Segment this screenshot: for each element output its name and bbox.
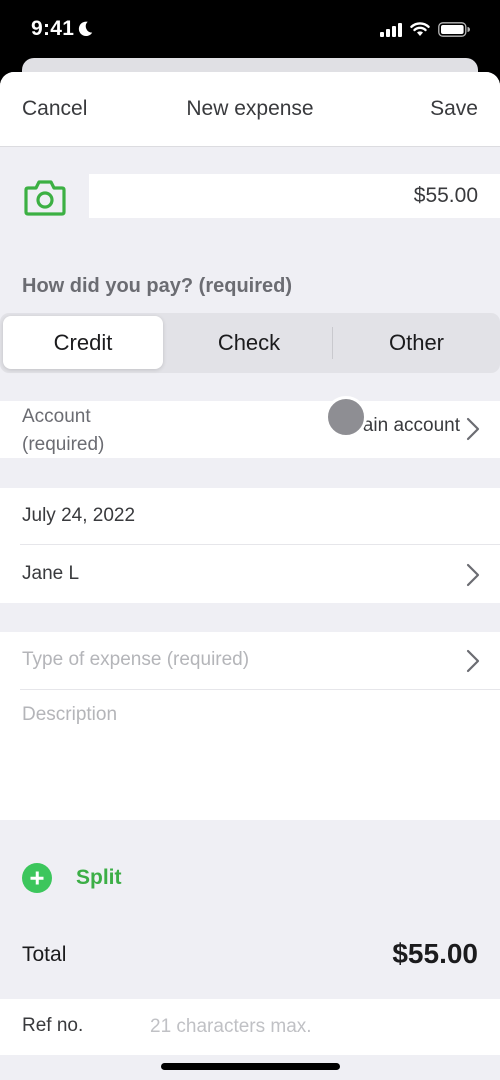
account-label-line1: Account: [22, 406, 91, 427]
ref-no-label: Ref no.: [22, 1015, 84, 1036]
expense-type-row[interactable]: Type of expense (required): [0, 632, 500, 689]
total-value: $55.00: [392, 938, 478, 969]
camera-icon[interactable]: [24, 177, 66, 217]
details-group: July 24, 2022 Jane L: [0, 488, 500, 603]
description-placeholder: Description: [22, 704, 118, 725]
payment-method-segmented-control: Credit Check Other: [0, 313, 500, 373]
plus-circle-icon: [22, 863, 52, 893]
split-label: Split: [76, 866, 122, 889]
account-label: Account (required): [22, 403, 104, 459]
wifi-icon: [410, 22, 430, 36]
nav-bar: Cancel New expense Save: [0, 72, 500, 147]
page-title: New expense: [186, 97, 314, 120]
payment-option-credit[interactable]: Credit: [3, 316, 163, 369]
moon-icon: [78, 21, 93, 37]
home-indicator[interactable]: [161, 1063, 340, 1070]
account-row[interactable]: Account (required) Main account: [0, 401, 500, 458]
chevron-right-icon: [466, 649, 480, 673]
date-field[interactable]: July 24, 2022: [22, 505, 135, 527]
expense-type-placeholder: Type of expense (required): [22, 649, 250, 670]
save-button[interactable]: Save: [430, 97, 478, 121]
chevron-right-icon: [466, 563, 480, 587]
amount-input[interactable]: [89, 174, 500, 218]
status-bar: 9:41: [0, 0, 500, 62]
expense-group: Type of expense (required) Description: [0, 632, 500, 820]
payment-option-check[interactable]: Check: [166, 316, 332, 369]
payee-value: Jane L: [22, 563, 80, 584]
signal-icon: [380, 22, 402, 37]
payment-method-label: How did you pay? (required): [22, 275, 293, 297]
chevron-right-icon: [466, 417, 480, 441]
expense-sheet: Cancel New expense Save How did you pay?…: [0, 72, 500, 1080]
ref-no-row: Ref no.: [0, 999, 500, 1055]
status-icons: [380, 22, 470, 37]
payee-row[interactable]: Jane L: [0, 545, 500, 603]
touch-indicator: [325, 396, 367, 438]
account-label-line2: (required): [22, 434, 105, 455]
description-input[interactable]: Description: [0, 690, 500, 820]
ref-no-input[interactable]: [150, 1009, 470, 1045]
total-label: Total: [22, 943, 67, 966]
split-button[interactable]: Split: [22, 863, 122, 893]
payment-option-other[interactable]: Other: [333, 316, 500, 369]
battery-icon: [438, 22, 470, 37]
status-time: 9:41: [31, 17, 75, 40]
